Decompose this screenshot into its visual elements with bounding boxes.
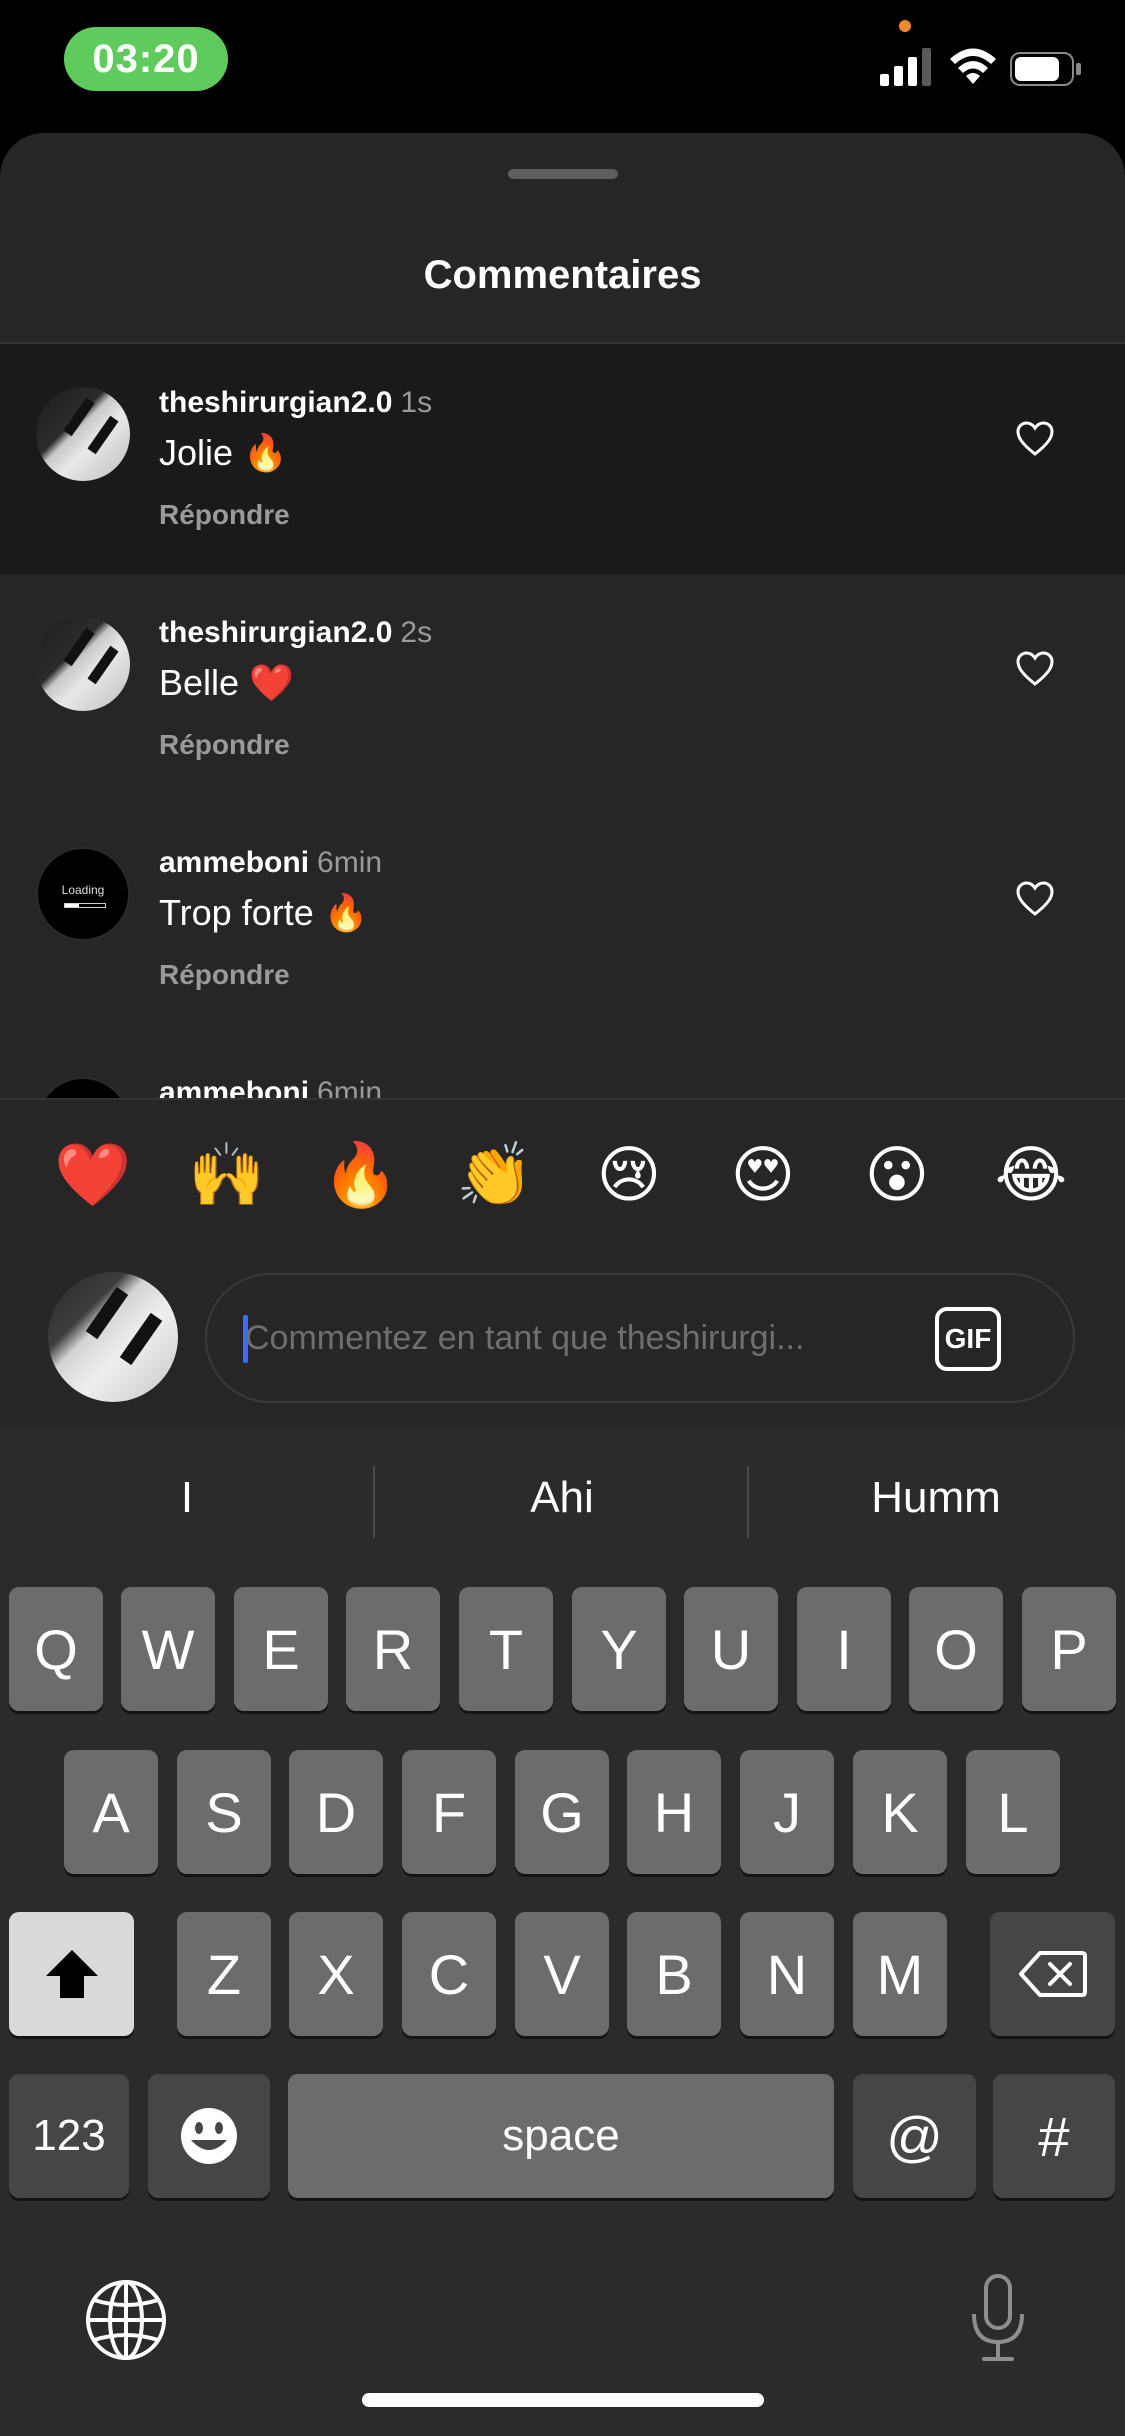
emoji-fire-button[interactable]: 🔥	[321, 1135, 401, 1215]
delete-key[interactable]	[990, 1912, 1115, 2036]
key-q[interactable]: Q	[9, 1587, 103, 1711]
status-bar: 03:20	[0, 0, 1125, 130]
key-b[interactable]: B	[627, 1912, 721, 2036]
key-j[interactable]: J	[740, 1750, 834, 1874]
avatar[interactable]	[36, 617, 130, 711]
hash-key[interactable]: #	[993, 2074, 1115, 2198]
key-r[interactable]: R	[346, 1587, 440, 1711]
comment-text: Jolie 🔥	[159, 432, 288, 473]
comment-time: 6min	[317, 846, 383, 879]
numbers-key[interactable]: 123	[9, 2074, 129, 2198]
signal-icon	[880, 48, 931, 86]
shift-arrow-icon	[45, 1950, 98, 1998]
gif-button[interactable]: GIF	[935, 1307, 1001, 1371]
comment-list[interactable]: theshirurgian2.0 1s Jolie 🔥 Répondre thes…	[0, 344, 1125, 1099]
comment-input[interactable]: Commentez en tant que theshirurgi... GIF	[205, 1273, 1075, 1403]
avatar[interactable]: Loading	[36, 847, 130, 941]
key-t[interactable]: T	[459, 1587, 553, 1711]
sheet-title: Commentaires	[423, 253, 702, 297]
key-a[interactable]: A	[64, 1750, 158, 1874]
comment-username[interactable]: ammeboni	[159, 1076, 309, 1099]
key-h[interactable]: H	[627, 1750, 721, 1874]
emoji-heart-eyes-button[interactable]: 😍	[723, 1135, 803, 1215]
avatar[interactable]	[36, 387, 130, 481]
current-user-avatar	[48, 1272, 178, 1402]
avatar-loading-bar	[64, 903, 106, 908]
backspace-icon	[1018, 1951, 1087, 1997]
key-d[interactable]: D	[289, 1750, 383, 1874]
key-y[interactable]: Y	[572, 1587, 666, 1711]
comment-time: 2s	[400, 616, 433, 649]
emoji-raising-hands-button[interactable]: 🙌	[187, 1135, 267, 1215]
keyboard: I Ahi Humm Q W E R T Y U I O P A S D F G…	[0, 1428, 1125, 2436]
comment-username[interactable]: theshirurgian2.0	[159, 616, 392, 649]
comment-header: ammeboni 6min	[159, 1076, 382, 1099]
key-n[interactable]: N	[740, 1912, 834, 2036]
home-indicator[interactable]	[362, 2393, 764, 2407]
comment-item[interactable]: ammeboni 6min	[0, 1034, 1125, 1099]
emoji-heart-button[interactable]: ❤️	[53, 1135, 133, 1215]
key-o[interactable]: O	[909, 1587, 1003, 1711]
globe-icon[interactable]	[84, 2278, 168, 2362]
key-p[interactable]: P	[1022, 1587, 1116, 1711]
microphone-icon[interactable]	[966, 2272, 1030, 2364]
key-u[interactable]: U	[684, 1587, 778, 1711]
comment-time: 6min	[317, 1076, 383, 1099]
comment-username[interactable]: theshirurgian2.0	[159, 386, 392, 419]
key-x[interactable]: X	[289, 1912, 383, 2036]
suggestion-item[interactable]: I	[0, 1473, 374, 1523]
key-z[interactable]: Z	[177, 1912, 271, 2036]
shift-key[interactable]	[9, 1912, 134, 2036]
suggestion-item[interactable]: Humm	[749, 1473, 1123, 1523]
heart-icon[interactable]	[1016, 651, 1054, 687]
comment-input-placeholder: Commentez en tant que theshirurgi...	[245, 1319, 805, 1357]
suggestion-bar: I Ahi Humm	[0, 1428, 1125, 1578]
key-l[interactable]: L	[966, 1750, 1060, 1874]
divider	[0, 1098, 1125, 1100]
emoji-laughing-button[interactable]: 😂	[991, 1135, 1071, 1215]
key-w[interactable]: W	[121, 1587, 215, 1711]
comment-header: theshirurgian2.0 2s	[159, 616, 432, 650]
comment-text: Belle ❤️	[159, 662, 294, 703]
at-key[interactable]: @	[853, 2074, 976, 2198]
key-f[interactable]: F	[402, 1750, 496, 1874]
space-key[interactable]: space	[288, 2074, 834, 2198]
comments-sheet: Commentaires theshirurgian2.0 1s Jolie 🔥 …	[0, 133, 1125, 1433]
privacy-indicator-dot	[899, 20, 911, 32]
key-i[interactable]: I	[797, 1587, 891, 1711]
key-k[interactable]: K	[853, 1750, 947, 1874]
comment-item[interactable]: theshirurgian2.0 2s Belle ❤️ Répondre	[0, 574, 1125, 804]
sheet-grabber[interactable]	[508, 169, 618, 179]
heart-icon[interactable]	[1016, 881, 1054, 917]
avatar[interactable]	[36, 1077, 130, 1099]
key-e[interactable]: E	[234, 1587, 328, 1711]
key-g[interactable]: G	[515, 1750, 609, 1874]
suggestion-item[interactable]: Ahi	[375, 1473, 749, 1523]
emoji-reaction-bar: ❤️ 🙌 🔥 👏 😢 😍 😮 😂	[0, 1135, 1125, 1225]
wifi-icon	[950, 48, 996, 84]
heart-icon[interactable]	[1016, 421, 1054, 457]
comment-username[interactable]: ammeboni	[159, 846, 309, 879]
emoji-key[interactable]	[148, 2074, 270, 2198]
key-v[interactable]: V	[515, 1912, 609, 2036]
reply-button[interactable]: Répondre	[159, 729, 290, 761]
emoji-crying-button[interactable]: 😢	[589, 1135, 669, 1215]
comment-time: 1s	[400, 386, 433, 419]
emoji-surprised-button[interactable]: 😮	[857, 1135, 937, 1215]
key-c[interactable]: C	[402, 1912, 496, 2036]
reply-button[interactable]: Répondre	[159, 499, 290, 531]
reply-button[interactable]: Répondre	[159, 959, 290, 991]
emoji-clapping-button[interactable]: 👏	[455, 1135, 535, 1215]
key-s[interactable]: S	[177, 1750, 271, 1874]
comment-header: ammeboni 6min	[159, 846, 382, 880]
battery-icon	[1010, 52, 1081, 86]
status-time[interactable]: 03:20	[64, 27, 228, 91]
comment-text: Trop forte 🔥	[159, 892, 369, 933]
comment-item[interactable]: Loading ammeboni 6min Trop forte 🔥 Répond…	[0, 804, 1125, 1034]
avatar-loading-text: Loading	[61, 883, 105, 897]
comment-item[interactable]: theshirurgian2.0 1s Jolie 🔥 Répondre	[0, 344, 1125, 574]
smiley-icon	[181, 2108, 237, 2164]
key-m[interactable]: M	[853, 1912, 947, 2036]
comment-header: theshirurgian2.0 1s	[159, 386, 432, 420]
